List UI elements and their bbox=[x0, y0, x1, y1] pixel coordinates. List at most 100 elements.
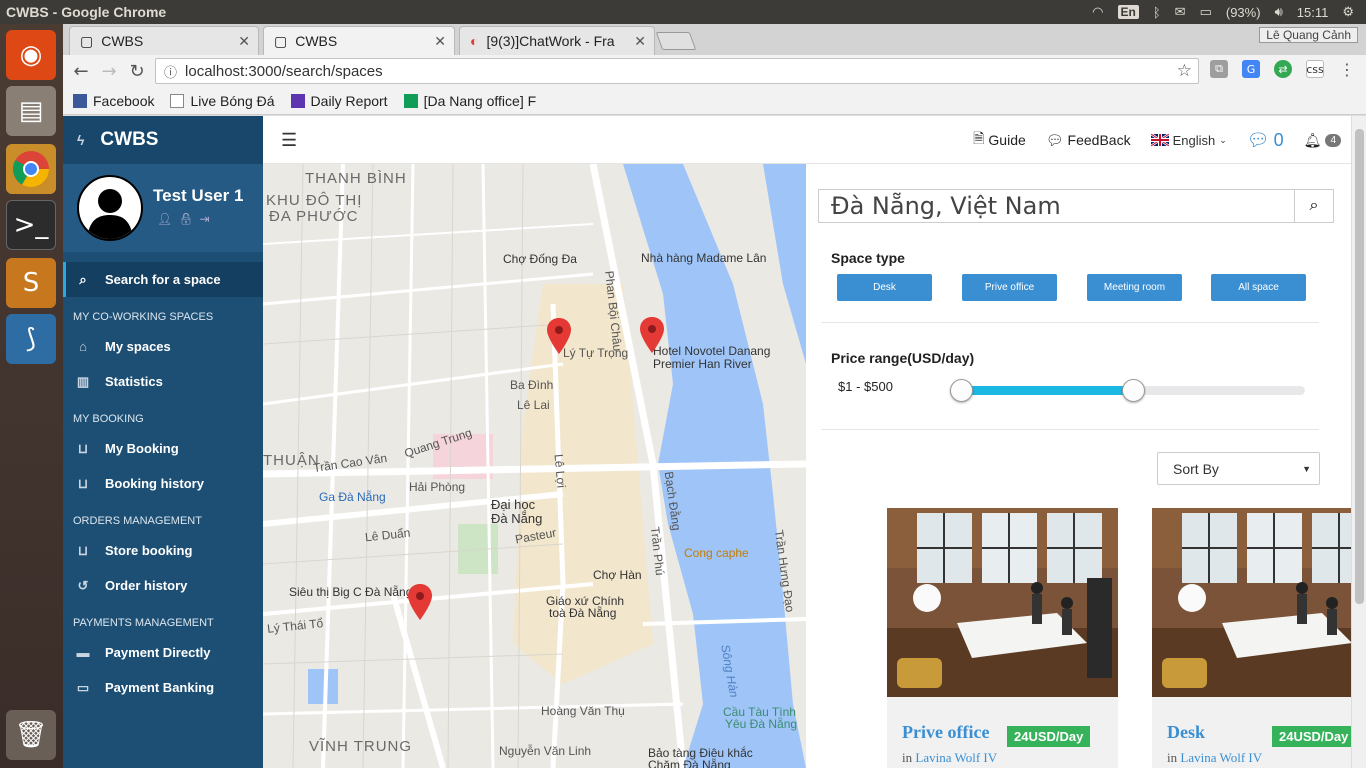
map[interactable]: THANH BÌNH KHU ĐÔ THỊ ĐA PHƯỚC Chợ Đống … bbox=[263, 164, 806, 768]
tab-cwbs-2[interactable]: ▢ CWBS ✕ bbox=[263, 26, 455, 55]
location-search-input[interactable]: Đà Nẵng, Việt Nam bbox=[818, 189, 1295, 223]
map-marker[interactable] bbox=[408, 584, 432, 620]
map-marker[interactable] bbox=[640, 317, 664, 353]
sidebar-item-statistics[interactable]: ▥ Statistics bbox=[63, 364, 263, 399]
info-icon[interactable]: ⓘ bbox=[164, 62, 177, 81]
type-all-space-button[interactable]: All space bbox=[1211, 274, 1306, 301]
price-badge: 24USD/Day bbox=[1007, 726, 1091, 747]
close-icon[interactable]: ✕ bbox=[434, 33, 446, 50]
bookmark-da-nang-office[interactable]: [Da Nang office] F bbox=[403, 92, 537, 109]
back-arrow-icon[interactable]: ← bbox=[67, 61, 95, 82]
sidebar-item-my-spaces[interactable]: ⌂ My spaces bbox=[63, 329, 263, 364]
terminal-icon[interactable]: >_ bbox=[6, 200, 56, 250]
map-label: Cong caphe bbox=[684, 546, 749, 560]
bluetooth-icon[interactable]: ᛒ bbox=[1153, 5, 1161, 20]
map-label: Premier Han River bbox=[653, 357, 752, 371]
sidebar-item-label: Payment Banking bbox=[105, 680, 215, 695]
files-icon[interactable]: ▤ bbox=[6, 86, 56, 136]
avatar[interactable] bbox=[77, 175, 143, 241]
logout-icon[interactable]: ⇥ bbox=[199, 212, 215, 226]
os-topbar: CWBS - Google Chrome ◠ En ᛒ ✉ ▭ (93%) 🔊︎… bbox=[0, 0, 1366, 24]
sidebar-item-order-history[interactable]: ↺ Order history bbox=[63, 568, 263, 603]
bookmark-live-bong-da[interactable]: Live Bóng Đá bbox=[170, 93, 275, 109]
location-link[interactable]: Lavina Wolf IV bbox=[915, 750, 997, 765]
bookmark-star-icon[interactable]: ☆ bbox=[1177, 61, 1192, 81]
close-icon[interactable]: ✕ bbox=[634, 33, 646, 50]
profile-icon[interactable]: 👤︎ bbox=[157, 212, 178, 226]
address-bar[interactable]: ⓘ localhost:3000/search/spaces ☆ bbox=[155, 58, 1199, 84]
reload-icon[interactable]: ↻ bbox=[123, 61, 151, 82]
hamburger-menu-icon[interactable]: ☰ bbox=[281, 130, 297, 151]
guide-link[interactable]: 🗎 Guide bbox=[973, 128, 1026, 152]
bookmark-facebook[interactable]: Facebook bbox=[73, 93, 154, 109]
slider-max-handle[interactable] bbox=[1122, 379, 1145, 402]
sublime-text-icon[interactable]: S bbox=[6, 258, 56, 308]
credit-card-icon: ▭ bbox=[76, 679, 90, 695]
tab-cwbs-1[interactable]: ▢ CWBS ✕ bbox=[69, 26, 259, 55]
volume-icon[interactable]: 🔊︎ bbox=[1275, 4, 1283, 20]
sort-by-select[interactable]: Sort By ▼ bbox=[1157, 452, 1320, 485]
extensions-area: ⧉ G ⇄ css ⋮ bbox=[1210, 60, 1356, 79]
brand-name: CWBS bbox=[100, 129, 159, 150]
type-prive-office-button[interactable]: Prive office bbox=[962, 274, 1057, 301]
bar-chart-icon: ▥ bbox=[76, 373, 90, 389]
language-dropdown[interactable]: English ⌄ bbox=[1150, 133, 1227, 148]
sidebar-item-search-space[interactable]: ⌕ Search for a space bbox=[63, 262, 263, 297]
type-desk-button[interactable]: Desk bbox=[837, 274, 932, 301]
space-title[interactable]: Desk bbox=[1167, 722, 1205, 743]
notifications-link[interactable]: 🔔︎ 4 bbox=[1304, 132, 1341, 149]
mysql-workbench-icon[interactable]: ⟆ bbox=[6, 314, 56, 364]
unlock-icon[interactable]: 🔓︎ bbox=[178, 212, 199, 226]
type-meeting-room-button[interactable]: Meeting room bbox=[1087, 274, 1182, 301]
bookmark-label: [Da Nang office] F bbox=[423, 92, 537, 109]
bookmark-label: Facebook bbox=[93, 92, 155, 109]
location-search: Đà Nẵng, Việt Nam ⌕ bbox=[818, 189, 1334, 223]
menu-kebab-icon[interactable]: ⋮ bbox=[1338, 60, 1356, 79]
url-text: localhost:3000/search/spaces bbox=[185, 62, 383, 80]
map-label: Ga Đà Nẵng bbox=[319, 490, 386, 504]
location-link[interactable]: Lavina Wolf IV bbox=[1180, 750, 1262, 765]
chat-link[interactable]: 💬︎ 0 bbox=[1247, 130, 1284, 151]
space-card[interactable]: Desk 24USD/Day in Lavina Wolf IV bbox=[1152, 508, 1366, 768]
tab-chatwork[interactable]: ◐ [9(3)]ChatWork - Fra ✕ bbox=[459, 26, 655, 55]
settings-gear-icon[interactable]: ⚙ bbox=[1342, 4, 1354, 20]
chrome-icon[interactable] bbox=[6, 144, 56, 194]
space-photo[interactable] bbox=[887, 508, 1118, 697]
forward-arrow-icon[interactable]: → bbox=[95, 61, 123, 82]
sidebar-item-payment-directly[interactable]: ▬ Payment Directly bbox=[63, 635, 263, 670]
search-button[interactable]: ⌕ bbox=[1295, 189, 1334, 223]
search-results-panel: Đà Nẵng, Việt Nam ⌕ Space type Desk Priv… bbox=[806, 164, 1366, 768]
user-panel: Test User 1 👤︎🔓︎⇥ bbox=[63, 164, 263, 252]
close-icon[interactable]: ✕ bbox=[238, 33, 250, 50]
comment-icon: 💬︎ bbox=[1045, 131, 1064, 148]
space-card[interactable]: Prive office 24USD/Day in Lavina Wolf IV bbox=[887, 508, 1118, 768]
sidebar-item-booking-history[interactable]: ⊔ Booking history bbox=[63, 466, 263, 501]
new-tab-button[interactable] bbox=[655, 32, 697, 50]
trash-icon[interactable]: 🗑︎ bbox=[6, 710, 56, 760]
keyboard-language-indicator[interactable]: En bbox=[1117, 5, 1139, 19]
clock[interactable]: 15:11 bbox=[1297, 5, 1329, 20]
sidebar-item-my-booking[interactable]: ⊔ My Booking bbox=[63, 431, 263, 466]
page-scrollbar[interactable] bbox=[1351, 116, 1366, 768]
cast-extension-icon[interactable]: ⧉ bbox=[1210, 60, 1228, 78]
sidebar-item-label: My Booking bbox=[105, 441, 179, 456]
space-photo[interactable] bbox=[1152, 508, 1366, 697]
ubuntu-dash-icon[interactable]: ◉ bbox=[6, 30, 56, 80]
brand[interactable]: ϟ CWBS bbox=[63, 116, 263, 164]
sidebar-item-store-booking[interactable]: ⊔ Store booking bbox=[63, 533, 263, 568]
slider-min-handle[interactable] bbox=[950, 379, 973, 402]
wifi-icon[interactable]: ◠ bbox=[1092, 4, 1103, 20]
sync-extension-icon[interactable]: ⇄ bbox=[1274, 60, 1292, 78]
space-title[interactable]: Prive office bbox=[902, 722, 989, 743]
scrollbar-thumb[interactable] bbox=[1355, 129, 1364, 604]
price-range-slider[interactable] bbox=[950, 379, 1305, 402]
translate-extension-icon[interactable]: G bbox=[1242, 60, 1260, 78]
sidebar-item-payment-banking[interactable]: ▭ Payment Banking bbox=[63, 670, 263, 705]
bookmark-daily-report[interactable]: Daily Report bbox=[290, 93, 388, 109]
mail-icon[interactable]: ✉ bbox=[1175, 4, 1186, 20]
css-extension-icon[interactable]: css bbox=[1306, 60, 1324, 78]
map-marker[interactable] bbox=[547, 318, 571, 354]
battery-icon[interactable]: ▭ bbox=[1200, 4, 1212, 20]
profile-button[interactable]: Lê Quang Cảnh bbox=[1259, 27, 1358, 43]
feedback-link[interactable]: 💬︎ FeedBack bbox=[1046, 132, 1131, 149]
